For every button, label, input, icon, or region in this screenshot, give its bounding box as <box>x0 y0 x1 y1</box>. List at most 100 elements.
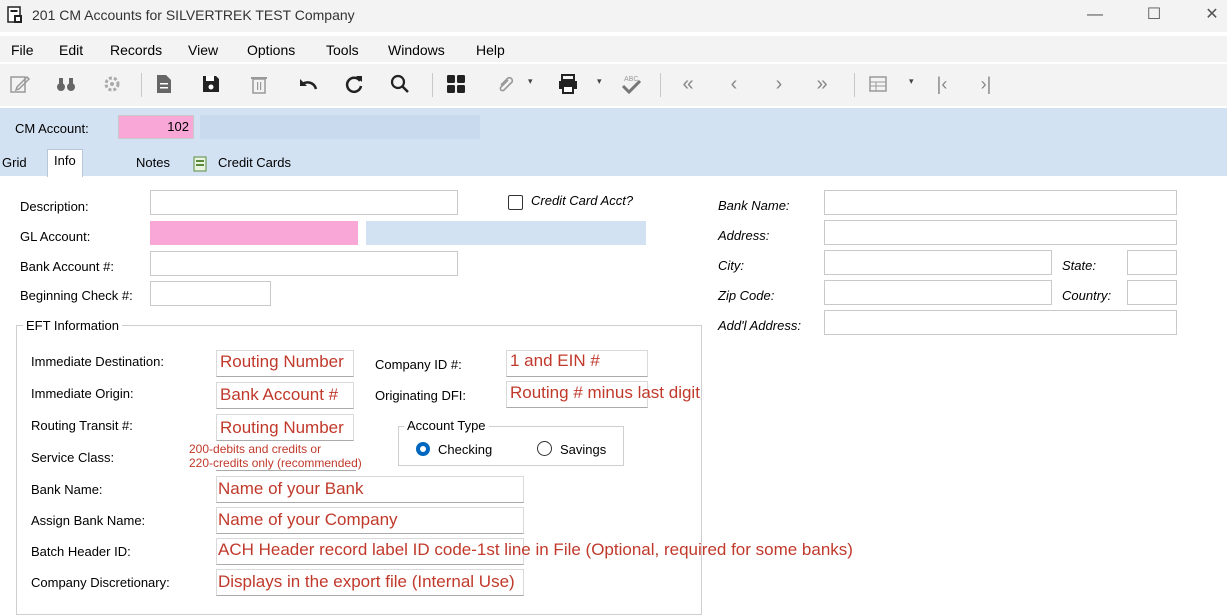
menu-edit[interactable]: Edit <box>59 42 83 58</box>
tab-strip <box>0 146 1227 176</box>
batch-header-id-value: ACH Header record label ID code-1st line… <box>218 540 853 559</box>
grid-icon[interactable] <box>864 70 892 98</box>
addl-address-field[interactable] <box>824 310 1177 335</box>
tab-grid[interactable]: Grid <box>0 152 33 176</box>
immediate-destination-value: Routing Number <box>220 352 344 371</box>
next-record-icon[interactable]: › <box>765 70 793 98</box>
maximize-button[interactable]: ☐ <box>1134 2 1174 28</box>
menu-view[interactable]: View <box>188 42 218 58</box>
new-doc-icon[interactable] <box>150 70 178 98</box>
print-dropdown-icon[interactable]: ▾ <box>597 76 602 87</box>
tab-info[interactable]: Info <box>47 149 83 177</box>
zip-code-label: Zip Code: <box>718 288 775 303</box>
search-icon[interactable] <box>386 70 414 98</box>
checking-label: Checking <box>438 442 493 457</box>
binoculars-icon[interactable] <box>52 70 80 98</box>
attach-icon[interactable] <box>492 70 520 98</box>
save-icon[interactable] <box>197 70 225 98</box>
prev-record-icon[interactable]: ‹ <box>720 70 748 98</box>
toolbar-separator <box>141 73 142 97</box>
undo-icon[interactable] <box>294 70 322 98</box>
routing-transit-value: Routing Number <box>220 418 344 437</box>
savings-radio[interactable] <box>537 441 552 456</box>
menu-tools[interactable]: Tools <box>326 42 359 58</box>
grid-dropdown-icon[interactable]: ▾ <box>909 76 914 87</box>
originating-dfi-value: Routing # minus last digit <box>510 383 700 402</box>
first-record-icon[interactable]: « <box>674 70 702 98</box>
assign-bank-name-label: Assign Bank Name: <box>31 513 146 528</box>
calculator-icon[interactable] <box>442 70 470 98</box>
state-field[interactable] <box>1127 250 1177 275</box>
gl-account-field[interactable] <box>150 221 358 245</box>
last-record-icon[interactable]: » <box>808 70 836 98</box>
company-discretionary-label: Company Discretionary: <box>31 575 170 590</box>
company-id-value: 1 and EIN # <box>510 351 600 370</box>
bank-name-label: Bank Name: <box>718 198 790 213</box>
credit-card-acct-checkbox[interactable] <box>508 195 523 210</box>
company-id-label: Company ID #: <box>375 357 462 372</box>
bank-account-label: Bank Account #: <box>20 259 114 274</box>
routing-transit-label: Routing Transit #: <box>31 418 133 433</box>
bank-account-field[interactable] <box>150 251 458 276</box>
tab-notes[interactable]: Notes <box>130 152 176 176</box>
country-field[interactable] <box>1127 280 1177 305</box>
country-label: Country: <box>1062 288 1112 303</box>
menu-file[interactable]: File <box>11 42 34 58</box>
beginning-check-label: Beginning Check #: <box>20 288 133 303</box>
minimize-button[interactable]: — <box>1075 2 1115 28</box>
cm-account-label: CM Account: <box>15 121 89 136</box>
service-class-field[interactable] <box>216 470 356 471</box>
company-discretionary-value: Displays in the export file (Internal Us… <box>218 572 515 591</box>
attach-dropdown-icon[interactable]: ▾ <box>528 76 533 87</box>
city-label: City: <box>718 258 744 273</box>
credit-card-acct-label: Credit Card Acct? <box>531 193 634 208</box>
state-label: State: <box>1062 258 1096 273</box>
delete-icon[interactable] <box>245 70 273 98</box>
eft-information-legend: EFT Information <box>23 318 122 333</box>
zip-code-field[interactable] <box>824 280 1052 305</box>
settings-icon[interactable] <box>98 70 126 98</box>
assign-bank-name-value: Name of your Company <box>218 510 398 529</box>
cm-account-field[interactable]: 102 <box>118 115 194 139</box>
gl-account-label: GL Account: <box>20 229 91 244</box>
tab-credit-cards[interactable]: Credit Cards <box>212 152 297 176</box>
immediate-origin-label: Immediate Origin: <box>31 386 134 401</box>
immediate-origin-value: Bank Account # <box>220 385 339 404</box>
menu-windows[interactable]: Windows <box>388 42 445 58</box>
edit-icon[interactable] <box>6 70 34 98</box>
bank-name-field[interactable] <box>824 190 1177 215</box>
toolbar <box>0 64 1227 106</box>
service-class-note-line2: 220-credits only (recommended) <box>189 456 362 470</box>
menu-help[interactable]: Help <box>476 42 505 58</box>
city-field[interactable] <box>824 250 1052 275</box>
menu-records[interactable]: Records <box>110 42 162 58</box>
addl-address-label: Add'l Address: <box>718 318 801 333</box>
immediate-destination-label: Immediate Destination: <box>31 354 164 369</box>
account-type-legend: Account Type <box>404 418 489 433</box>
print-icon[interactable] <box>554 70 582 98</box>
spellcheck-icon[interactable]: ABC <box>617 70 645 98</box>
address-label: Address: <box>718 228 770 243</box>
eft-bank-name-label: Bank Name: <box>31 482 103 497</box>
address-field[interactable] <box>824 220 1177 245</box>
description-label: Description: <box>20 199 89 214</box>
credit-cards-icon <box>193 156 207 172</box>
eft-bank-name-value: Name of your Bank <box>218 479 364 498</box>
checking-radio[interactable] <box>416 442 430 456</box>
go-first-icon[interactable]: |‹ <box>928 70 956 98</box>
description-field[interactable] <box>150 190 458 215</box>
gl-account-description <box>366 221 646 245</box>
originating-dfi-label: Originating DFI: <box>375 388 467 403</box>
savings-label: Savings <box>560 442 607 457</box>
app-icon <box>7 6 22 23</box>
menu-options[interactable]: Options <box>247 42 295 58</box>
cm-account-description <box>200 115 480 139</box>
refresh-icon[interactable] <box>340 70 368 98</box>
service-class-label: Service Class: <box>31 450 115 465</box>
service-class-note-line1: 200-debits and credits or <box>189 442 322 456</box>
menu-bar <box>0 36 1227 62</box>
close-button[interactable]: ✕ <box>1192 2 1227 28</box>
go-last-icon[interactable]: ›| <box>972 70 1000 98</box>
beginning-check-field[interactable] <box>150 281 271 306</box>
toolbar-separator <box>854 73 855 97</box>
